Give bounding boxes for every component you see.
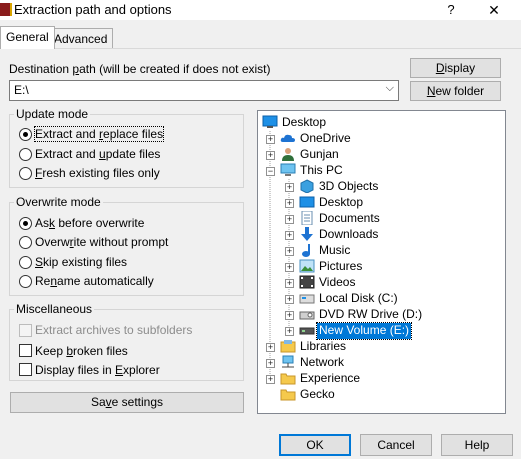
radio-ask-before[interactable] <box>19 217 32 230</box>
tree-item-pictures[interactable]: Pictures <box>317 259 364 275</box>
tree-item-network[interactable]: Network <box>298 355 346 371</box>
radio-overwrite-without-prompt[interactable] <box>19 236 32 249</box>
radio-extract-replace[interactable] <box>19 128 32 141</box>
expand-plus-icon[interactable]: + <box>285 231 294 240</box>
folder-tree[interactable]: Desktop + OneDrive + Gunjan − This PC + … <box>257 110 506 414</box>
radio-extract-replace-label[interactable]: Extract and replace files <box>33 126 165 142</box>
help-button[interactable]: Help <box>441 434 513 456</box>
miscellaneous-title: Miscellaneous <box>14 302 95 316</box>
tree-item-documents[interactable]: Documents <box>317 211 382 227</box>
expand-plus-icon[interactable]: + <box>266 359 275 368</box>
checkbox-display-in-explorer-label[interactable]: Display files in Explorer <box>35 363 160 377</box>
checkbox-extract-to-subfolders-label: Extract archives to subfolders <box>35 323 193 337</box>
help-title-button[interactable]: ? <box>436 0 466 20</box>
chevron-down-icon[interactable]: ⌵ <box>386 82 394 95</box>
tree-item-dvd-rw-drive[interactable]: DVD RW Drive (D:) <box>317 307 424 323</box>
window-title: Extraction path and options <box>14 2 172 17</box>
local-disk-icon <box>299 294 315 304</box>
destination-path-combobox[interactable]: E:\ ⌵ <box>9 80 399 101</box>
videos-icon <box>299 275 315 289</box>
title-bar: Extraction path and options ? ✕ <box>0 0 521 20</box>
documents-icon <box>301 211 313 225</box>
tree-item-this-pc[interactable]: This PC <box>298 163 345 179</box>
expand-plus-icon[interactable]: + <box>285 199 294 208</box>
radio-extract-update-label[interactable]: Extract and update files <box>35 147 160 161</box>
tree-item-3d-objects[interactable]: 3D Objects <box>317 179 380 195</box>
tree-item-gecko[interactable]: Gecko <box>298 387 337 403</box>
expand-plus-icon[interactable]: + <box>285 279 294 288</box>
radio-overwrite-without-prompt-label[interactable]: Overwrite without prompt <box>35 235 168 249</box>
expand-plus-icon[interactable]: + <box>266 375 275 384</box>
tree-item-downloads[interactable]: Downloads <box>317 227 380 243</box>
destination-path-value[interactable]: E:\ <box>14 83 29 97</box>
checkbox-extract-to-subfolders[interactable] <box>19 324 32 337</box>
network-icon <box>282 355 294 368</box>
dvd-drive-icon <box>299 311 315 320</box>
drive-icon <box>299 327 315 335</box>
ok-button[interactable]: OK <box>279 434 351 456</box>
cloud-icon <box>280 134 295 142</box>
collapse-minus-icon[interactable]: − <box>266 167 275 176</box>
tree-item-new-volume-e[interactable]: New Volume (E:) <box>315 322 413 340</box>
tab-general[interactable]: General <box>0 26 55 49</box>
radio-rename-automatically-label[interactable]: Rename automatically <box>35 274 154 288</box>
tree-item-local-disk-c[interactable]: Local Disk (C:) <box>317 291 400 307</box>
new-folder-button[interactable]: New folder <box>410 81 501 101</box>
desktop-blue-icon <box>262 115 278 128</box>
tree-item-gunjan[interactable]: Gunjan <box>298 147 341 163</box>
expand-plus-icon[interactable]: + <box>266 343 275 352</box>
downloads-icon <box>301 227 313 241</box>
expand-plus-icon[interactable]: + <box>285 183 294 192</box>
expand-plus-icon[interactable]: + <box>266 151 275 160</box>
radio-extract-update[interactable] <box>19 148 32 161</box>
tree-item-music[interactable]: Music <box>317 243 352 259</box>
save-settings-button[interactable]: Save settings <box>10 392 244 413</box>
checkbox-display-in-explorer[interactable] <box>19 363 32 376</box>
tree-item-onedrive[interactable]: OneDrive <box>298 131 353 147</box>
overwrite-mode-title: Overwrite mode <box>14 195 103 209</box>
folder-icon <box>280 389 296 401</box>
tree-item-videos[interactable]: Videos <box>317 275 357 291</box>
expand-plus-icon[interactable]: + <box>285 295 294 304</box>
expand-plus-icon[interactable]: + <box>285 327 294 336</box>
tree-item-desktop[interactable]: Desktop <box>317 195 365 211</box>
update-mode-title: Update mode <box>14 107 91 121</box>
expand-plus-icon[interactable]: + <box>285 311 294 320</box>
radio-fresh-existing[interactable] <box>19 167 32 180</box>
expand-plus-icon[interactable]: + <box>285 263 294 272</box>
computer-icon <box>280 163 296 176</box>
3d-objects-icon <box>300 179 314 193</box>
display-button[interactable]: Display <box>410 58 501 78</box>
tree-item-desktop-root[interactable]: Desktop <box>280 115 328 131</box>
checkbox-keep-broken-files[interactable] <box>19 344 32 357</box>
folder-icon <box>280 373 296 385</box>
libraries-icon <box>280 340 296 353</box>
music-icon <box>302 244 310 257</box>
radio-skip-existing-label[interactable]: Skip existing files <box>35 255 127 269</box>
close-button[interactable]: ✕ <box>479 0 509 20</box>
radio-fresh-existing-label[interactable]: Fresh existing files only <box>35 166 160 180</box>
cancel-button[interactable]: Cancel <box>360 434 432 456</box>
radio-skip-existing[interactable] <box>19 256 32 269</box>
radio-ask-before-label[interactable]: Ask before overwrite <box>35 216 144 230</box>
expand-plus-icon[interactable]: + <box>285 215 294 224</box>
user-icon <box>282 148 294 161</box>
winrar-app-icon <box>0 3 12 16</box>
checkbox-keep-broken-files-label[interactable]: Keep broken files <box>35 344 128 358</box>
tree-item-libraries[interactable]: Libraries <box>298 339 348 355</box>
expand-plus-icon[interactable]: + <box>285 247 294 256</box>
tree-item-experience[interactable]: Experience <box>298 371 362 387</box>
expand-plus-icon[interactable]: + <box>266 135 275 144</box>
tab-advanced[interactable]: Advanced <box>48 28 114 48</box>
desktop-icon <box>299 196 315 208</box>
pictures-icon <box>299 259 315 273</box>
radio-rename-automatically[interactable] <box>19 275 32 288</box>
destination-path-label: Destination path (will be created if doe… <box>9 62 271 76</box>
